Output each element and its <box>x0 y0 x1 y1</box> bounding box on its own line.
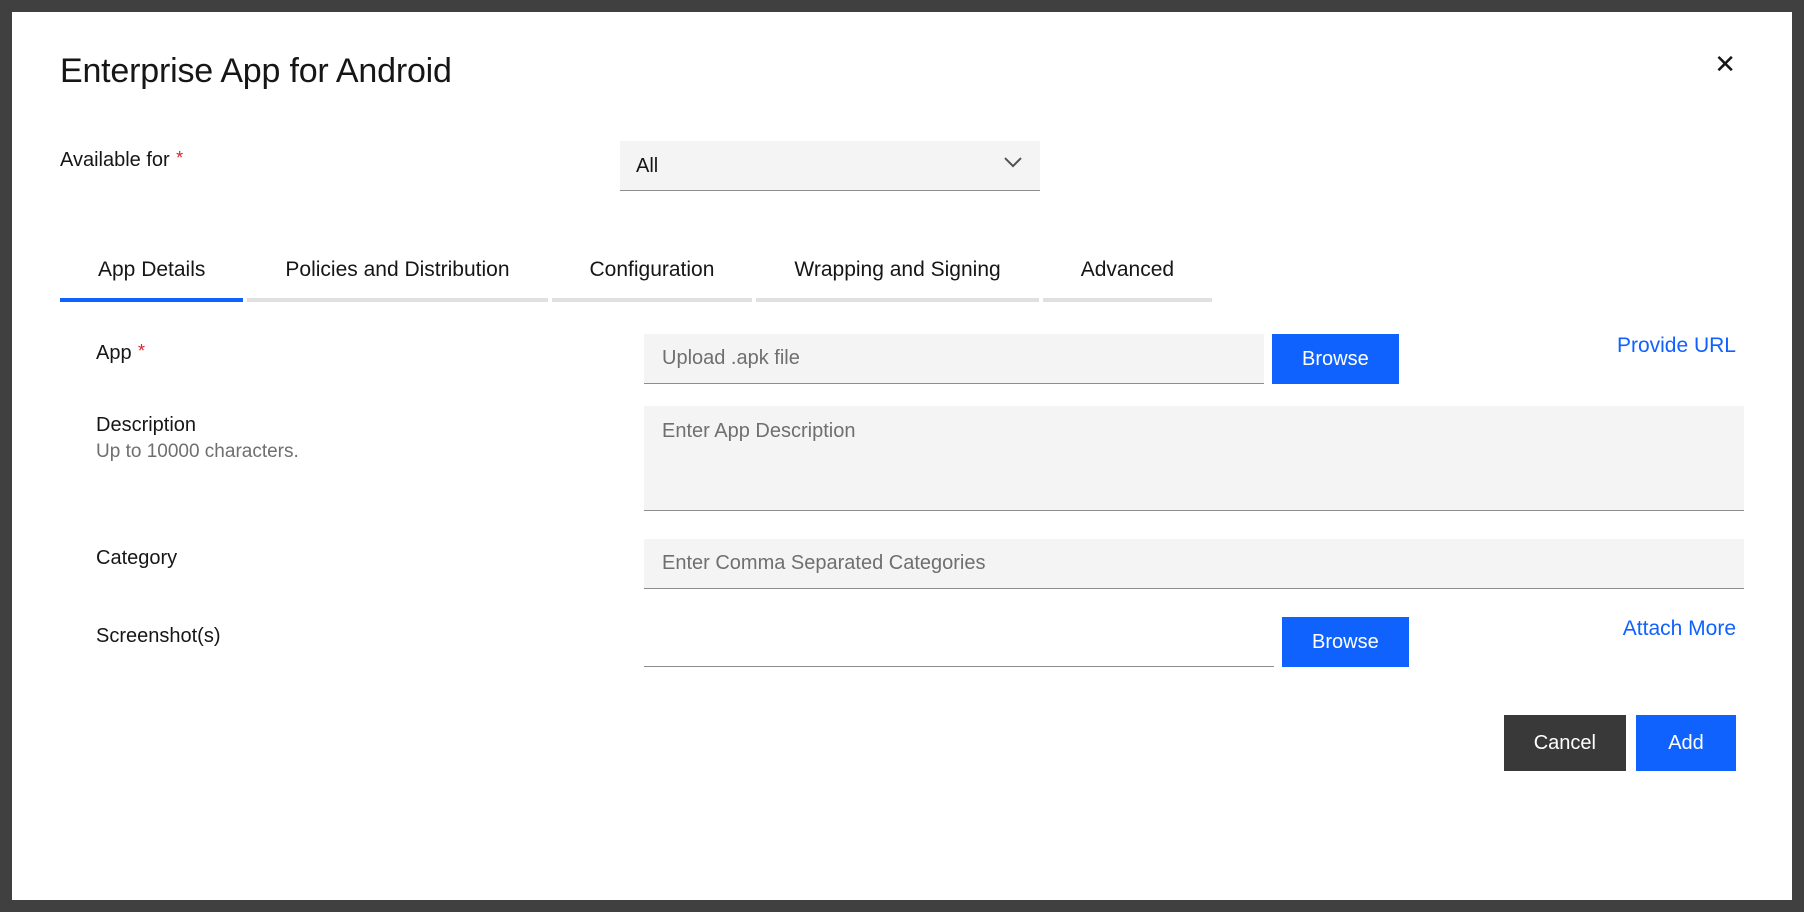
tab-configuration[interactable]: Configuration <box>552 246 753 302</box>
modal-title: Enterprise App for Android <box>60 52 452 91</box>
available-for-select[interactable]: All <box>620 141 1040 191</box>
row-description: Description Up to 10000 characters. <box>96 406 1744 511</box>
screenshot-browse-button[interactable]: Browse <box>1282 617 1409 667</box>
description-label: Description <box>96 414 644 437</box>
app-file-input[interactable] <box>644 334 1264 384</box>
attach-more-link[interactable]: Attach More <box>1623 607 1736 640</box>
category-label: Category <box>96 547 177 569</box>
required-indicator: * <box>138 341 145 361</box>
category-input[interactable] <box>644 539 1744 589</box>
row-available-for: Available for * All <box>60 141 1744 191</box>
required-indicator: * <box>176 148 183 168</box>
row-screenshots: Screenshot(s) Browse Attach More <box>96 617 1744 667</box>
tab-wrapping-signing[interactable]: Wrapping and Signing <box>756 246 1038 302</box>
close-icon[interactable]: ✕ <box>1706 47 1744 81</box>
screenshots-label: Screenshot(s) <box>96 625 221 647</box>
description-hint: Up to 10000 characters. <box>96 441 644 463</box>
tabs: App Details Policies and Distribution Co… <box>60 246 1744 302</box>
modal-footer: Cancel Add <box>60 715 1744 771</box>
row-app: App * Browse Provide URL <box>96 334 1744 384</box>
tab-advanced[interactable]: Advanced <box>1043 246 1212 302</box>
form-area: App * Browse Provide URL Description Up … <box>60 334 1744 667</box>
tab-policies-distribution[interactable]: Policies and Distribution <box>247 246 547 302</box>
modal-header: Enterprise App for Android ✕ <box>60 52 1744 91</box>
app-label: App <box>96 342 132 364</box>
screenshot-file-input[interactable] <box>644 617 1274 667</box>
row-category: Category <box>96 539 1744 589</box>
app-browse-button[interactable]: Browse <box>1272 334 1399 384</box>
modal-enterprise-app: Enterprise App for Android ✕ Available f… <box>12 12 1792 900</box>
add-button[interactable]: Add <box>1636 715 1736 771</box>
tab-app-details[interactable]: App Details <box>60 246 243 302</box>
provide-url-link[interactable]: Provide URL <box>1617 324 1736 357</box>
cancel-button[interactable]: Cancel <box>1504 715 1626 771</box>
description-textarea[interactable] <box>644 406 1744 511</box>
available-for-label: Available for <box>60 149 170 171</box>
available-for-select-wrap: All <box>620 141 1040 191</box>
